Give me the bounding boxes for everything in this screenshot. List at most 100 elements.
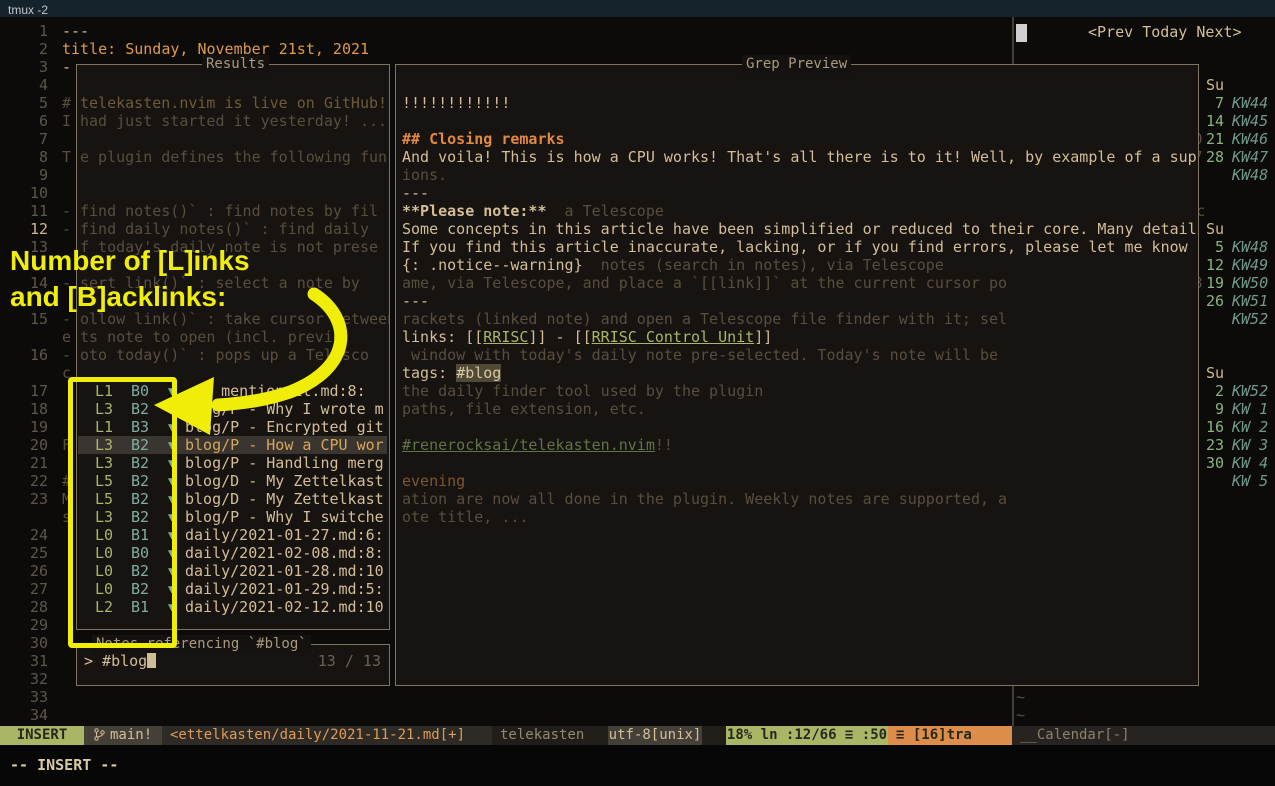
- calendar-sunday-date[interactable]: 19: [1196, 274, 1224, 292]
- calendar-week-number: KW46: [1232, 130, 1268, 148]
- line-number: 16: [14, 346, 48, 364]
- calendar-sunday-header[interactable]: Su: [1196, 76, 1224, 94]
- line-number: 31: [14, 652, 48, 670]
- line-number: 28: [14, 598, 48, 616]
- results-dim-line: e plugin defines the following fun: [80, 148, 387, 166]
- preview-line: {: .notice--warning} notes (search in no…: [402, 256, 944, 274]
- preview-segment: #renerocksai/telekasten.nvim: [402, 436, 655, 454]
- annotation-line1: Number of [L]inks: [10, 243, 250, 279]
- results-dim-line: telekasten.nvim is live on GitHub!: [80, 94, 387, 112]
- calendar-sunday-date[interactable]: 30: [1196, 454, 1224, 472]
- file-path: <ettelkasten/daily/2021-11-21.md[+]: [162, 726, 492, 745]
- calendar-sunday-header[interactable]: Su: [1196, 364, 1224, 382]
- result-text: i mention it.md:8:: [185, 382, 366, 400]
- preview-segment: tags:: [402, 364, 456, 382]
- calendar-sunday-date[interactable]: 5: [1196, 238, 1224, 256]
- preview-window-title: Grep Preview: [742, 55, 851, 73]
- calendar-week-number: KW 1: [1232, 400, 1268, 418]
- preview-segment: ---: [402, 184, 429, 202]
- preview-segment: ation are now all done in the plugin. We…: [402, 490, 1007, 508]
- buffer-edge-char: T: [62, 148, 71, 166]
- calendar-sunday-date[interactable]: 12: [1196, 256, 1224, 274]
- branch-name: main!: [110, 727, 152, 743]
- annotation-text: Number of [L]inks and [B]acklinks:: [10, 243, 250, 315]
- result-text: blog/P - Why I wrote m: [185, 400, 384, 418]
- preview-segment: ]] - [[: [528, 328, 591, 346]
- line-number: 26: [14, 562, 48, 580]
- line-number: 8: [14, 148, 48, 166]
- preview-segment: RRISC: [483, 328, 528, 346]
- preview-segment: !!: [655, 436, 673, 454]
- prompt-line[interactable]: > #blog: [84, 652, 156, 670]
- grep-preview-window: !!!!!!!!!!!! ## Closing remarksAnd voila!…: [395, 64, 1199, 686]
- calendar-sunday-header[interactable]: Su: [1196, 220, 1224, 238]
- annotation-line2: and [B]acklinks:: [10, 279, 250, 315]
- preview-segment: notes (search in notes), via Telescope: [583, 256, 944, 274]
- git-branch: main!: [84, 726, 162, 745]
- line-number: 5: [14, 94, 48, 112]
- result-text: daily/2021-01-28.md:10: [185, 562, 384, 580]
- text-cursor: [147, 653, 156, 668]
- cursor-position: 18% ln :12/66 ≡ :50: [726, 726, 888, 745]
- calendar-sunday-date[interactable]: 7: [1196, 94, 1224, 112]
- preview-segment: a Telescope: [547, 202, 664, 220]
- file-encoding: utf-8[unix]: [608, 726, 702, 745]
- line-number: 29: [14, 616, 48, 634]
- line-number: 25: [14, 544, 48, 562]
- line-number: 33: [14, 688, 48, 706]
- git-branch-icon: [94, 728, 105, 741]
- calendar-nav[interactable]: <Prev Today Next>: [1088, 23, 1242, 41]
- calendar-week-number: KW48: [1232, 238, 1268, 256]
- calendar-sunday-date[interactable]: 26: [1196, 292, 1224, 310]
- line-number: 20: [14, 436, 48, 454]
- preview-segment: And voila! This is how a CPU works! That…: [402, 148, 1197, 166]
- preview-segment: paths, file extension, etc.: [402, 400, 646, 418]
- line-number: 23: [14, 490, 48, 508]
- empty-line-tilde: ~: [1016, 688, 1025, 706]
- calendar-sunday-date[interactable]: 2: [1196, 382, 1224, 400]
- buffer-edge-char: -: [62, 220, 71, 238]
- preview-line: Some concepts in this article have been …: [402, 220, 1197, 238]
- calendar-week-number: KW52: [1232, 310, 1268, 328]
- tmux-title-bar: tmux -2: [0, 0, 1275, 17]
- prompt-input[interactable]: > #blog: [84, 652, 147, 670]
- calendar-sunday-date[interactable]: 16: [1196, 418, 1224, 436]
- result-text: blog/P - How a CPU wor: [185, 436, 384, 454]
- calendar-week-number: KW44: [1232, 94, 1268, 112]
- calendar-sunday-date[interactable]: 21: [1196, 130, 1224, 148]
- buffer-edge-char: -: [62, 202, 71, 220]
- mode-indicator: INSERT: [0, 726, 84, 745]
- preview-line: ame, via Telescope, and place a `[[link]…: [402, 274, 1007, 292]
- preview-segment: ions.: [402, 166, 447, 184]
- plugin-name: telekasten: [500, 726, 584, 745]
- results-window-title: Results: [202, 55, 269, 73]
- preview-line: And voila! This is how a CPU works! That…: [402, 148, 1197, 166]
- preview-line: #renerocksai/telekasten.nvim!!: [402, 436, 673, 454]
- diagnostics-badge: ≡ [16]tra: [888, 726, 1012, 745]
- preview-line: ## Closing remarks: [402, 130, 565, 148]
- preview-segment: window with today's daily note pre-selec…: [402, 346, 998, 364]
- line-number: 10: [14, 184, 48, 202]
- calendar-sunday-date[interactable]: 14: [1196, 112, 1224, 130]
- preview-line: ---: [402, 184, 429, 202]
- preview-line: paths, file extension, etc.: [402, 400, 646, 418]
- preview-line: ions.: [402, 166, 447, 184]
- preview-line: evening: [402, 472, 465, 490]
- results-dim-line: find notes()` : find notes by fil: [80, 202, 378, 220]
- preview-line: window with today's daily note pre-selec…: [402, 346, 998, 364]
- mode-message: -- INSERT --: [10, 756, 118, 774]
- preview-segment: the daily finder tool used by the plugin: [402, 382, 763, 400]
- calendar-week-number: KW 4: [1232, 454, 1268, 472]
- preview-segment: !!!!!!!!!!!!: [402, 94, 510, 112]
- preview-segment: ---: [402, 292, 429, 310]
- calendar-sunday-date[interactable]: 23: [1196, 436, 1224, 454]
- calendar-sunday-date[interactable]: 28: [1196, 148, 1224, 166]
- preview-segment: ote title, ...: [402, 508, 528, 526]
- calendar-statusline-label: __Calendar[-]: [1020, 727, 1130, 743]
- results-dim-line: oto today()` : pops up a Telesco: [80, 346, 369, 364]
- preview-segment: ]]: [754, 328, 772, 346]
- calendar-sunday-date[interactable]: 9: [1196, 400, 1224, 418]
- calendar-cursor-block: [1016, 24, 1027, 42]
- line-number: 32: [14, 670, 48, 688]
- preview-line: ation are now all done in the plugin. We…: [402, 490, 1007, 508]
